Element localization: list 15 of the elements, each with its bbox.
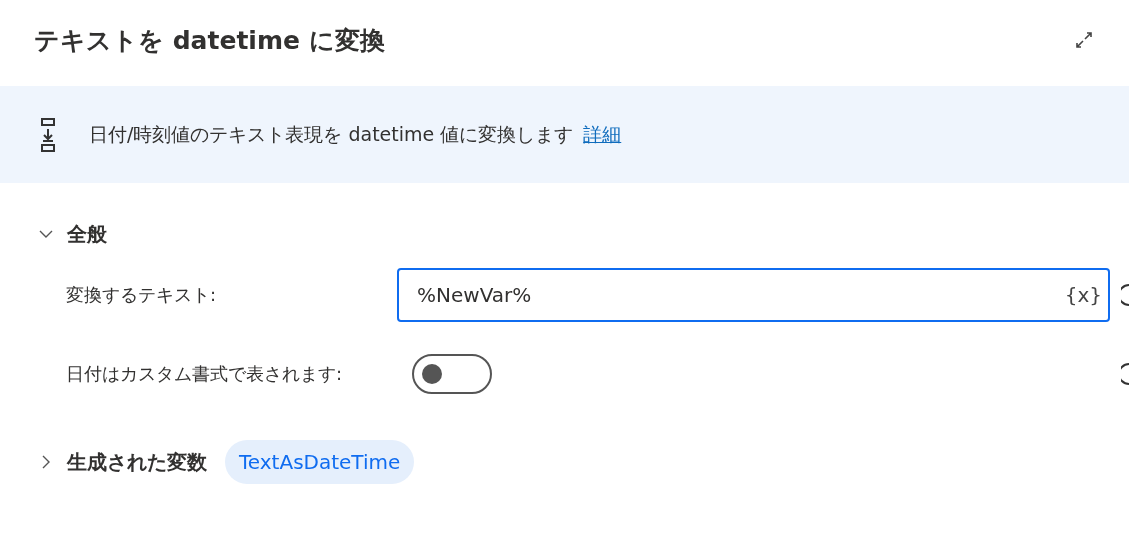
variable-button[interactable]: {x}	[1064, 283, 1102, 307]
description-text: 日付/時刻値のテキスト表現を datetime 値に変換します	[89, 121, 574, 147]
section-title: 全般	[67, 220, 107, 248]
field-label: 日付はカスタム書式で表されます:	[66, 362, 344, 386]
dialog-title: テキストを datetime に変換	[34, 24, 385, 57]
variable-chip[interactable]: TextAsDateTime	[225, 440, 415, 484]
details-link[interactable]: 詳細	[583, 121, 622, 148]
toggle-switch[interactable]	[412, 354, 492, 394]
section-title: 生成された変数	[67, 448, 207, 476]
info-icon[interactable]	[1121, 363, 1129, 385]
info-icon[interactable]	[1121, 284, 1129, 306]
action-icon	[41, 117, 55, 152]
text-input[interactable]: %NewVar% {x}	[397, 268, 1110, 322]
field-label: 変換するテキスト:	[66, 283, 218, 307]
expand-icon[interactable]	[1075, 31, 1093, 49]
